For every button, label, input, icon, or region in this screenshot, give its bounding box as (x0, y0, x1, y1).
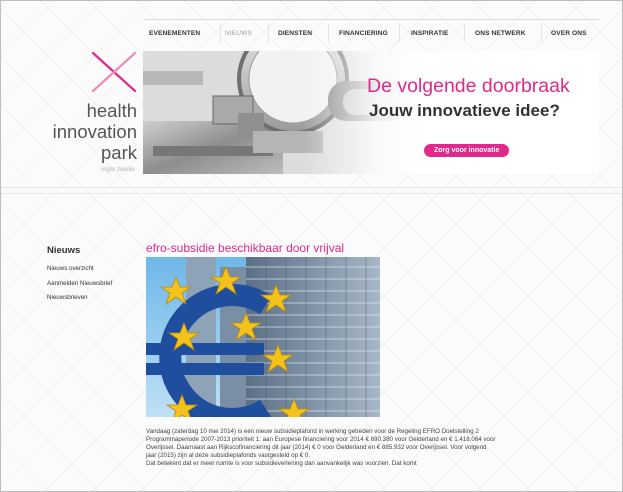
nav-item-diensten[interactable]: DIENSTEN (278, 30, 312, 37)
nav-item-financiering[interactable]: FINANCIERING (339, 30, 388, 37)
logo-text-line: park (101, 142, 137, 163)
nav-item-nieuws[interactable]: NIEUWS (225, 30, 252, 37)
nav-separator (464, 25, 465, 42)
nav-divider (143, 19, 599, 20)
article-paragraph: Vandaag (zaterdag 10 mei 2014) is een ni… (146, 428, 496, 459)
nav-item-evenementen[interactable]: EVENEMENTEN (149, 30, 200, 37)
banner-headline: De volgende doorbraak (367, 75, 570, 97)
sidebar-link-nieuwsbrieven[interactable]: Nieuwsbrieven (47, 294, 88, 301)
nav-item-inspiratie[interactable]: INSPIRATIE (411, 30, 449, 37)
sidebar-link-aanmelden-nieuwsbrief[interactable]: Aanmelden Nieuwsbrief (47, 280, 112, 287)
article-paragraph: Dat betekent dat er meer ruimte is voor … (146, 460, 417, 467)
nav-separator (220, 25, 221, 42)
section-divider (1, 184, 622, 208)
sidebar-link-nieuws-overzicht[interactable]: Nieuws overzicht (47, 265, 94, 272)
euro-sign-sculpture-image (146, 257, 380, 417)
nav-item-ons-netwerk[interactable]: ONS NETWERK (475, 30, 526, 37)
logo-tagline: regio zwolle (100, 166, 135, 173)
sidebar-title: Nieuws (47, 245, 81, 256)
x-cross-logo-icon (91, 51, 137, 93)
nav-separator (399, 25, 400, 42)
nav-item-over-ons[interactable]: OVER ONS (551, 30, 587, 37)
nav-separator (541, 25, 542, 42)
page-frame: EVENEMENTEN NIEUWS DIENSTEN FINANCIERING… (0, 0, 623, 492)
top-navigation: EVENEMENTEN NIEUWS DIENSTEN FINANCIERING… (143, 19, 599, 51)
logo-text-line: innovation (52, 121, 137, 142)
nav-separator (328, 25, 329, 42)
nav-separator (268, 25, 269, 42)
article-title: efro-subsidie beschikbaar door vrijval (146, 241, 345, 255)
logo-text-line: health (86, 100, 137, 121)
banner-subheadline: Jouw innovatieve idee? (369, 101, 560, 120)
cta-button[interactable]: Zorg voor innovatie (424, 144, 510, 157)
site-logo[interactable]: health innovation park regio zwolle (41, 51, 141, 179)
hero-banner: De volgende doorbraak Jouw innovatieve i… (143, 51, 599, 174)
